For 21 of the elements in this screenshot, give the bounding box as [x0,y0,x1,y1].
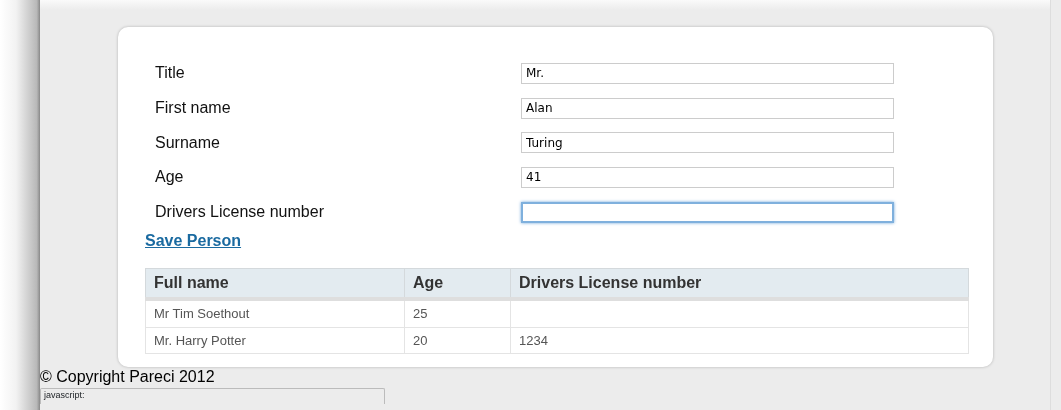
table-cell: Mr. Harry Potter [154,332,246,348]
field-label: Surname [154,132,221,153]
input-field[interactable]: 41 [521,166,894,188]
save-person-link[interactable]: Save Person [145,229,242,254]
status-bar: javascript: [40,388,385,404]
column-header: Drivers License number [510,268,969,300]
table-cell: 25 [413,306,428,322]
field-label: Drivers License number [154,202,325,223]
input-field[interactable]: Alan [521,97,894,119]
table-cell: Mr Tim Soethout [154,306,250,322]
field-label: Title [154,63,186,84]
field-label: Age [154,167,185,188]
input-field[interactable]: Turing [521,132,894,154]
input-field[interactable]: Mr. [521,62,894,84]
copyright-text: © Copyright Pareci 2012 [40,368,216,386]
column-header: Full name [145,268,405,300]
field-label: First name [154,98,232,119]
table-cell: 1234 [519,332,548,348]
input-field[interactable] [521,201,894,223]
column-header: Age [404,268,511,300]
table-cell: 20 [413,332,428,348]
